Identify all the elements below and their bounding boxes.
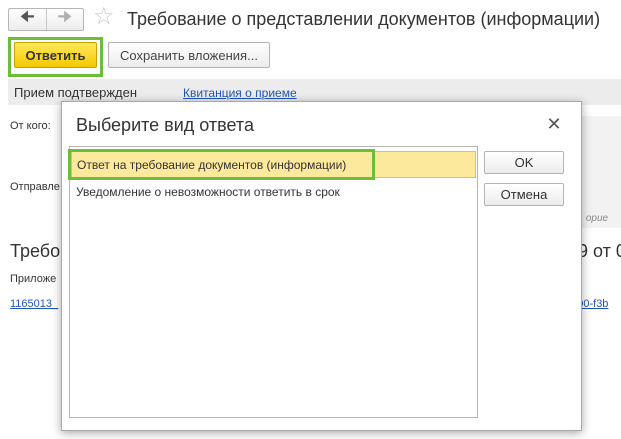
status-text: Прием подтвержден	[14, 85, 138, 100]
arrow-right-icon: 🠊	[57, 9, 73, 26]
forward-button[interactable]: 🠊	[45, 9, 84, 30]
option-highlight-frame	[68, 149, 375, 180]
list-item-cannot-reply-in-time[interactable]: Уведомление о невозможности ответить в с…	[71, 178, 476, 205]
favorite-star-icon[interactable]: ☆	[93, 5, 115, 29]
sent-label: Отправле	[10, 181, 60, 193]
dialog-title: Выберите вид ответа	[76, 115, 254, 135]
list-item-label: Уведомление о невозможности ответить в с…	[76, 184, 340, 199]
background-heading-start: Требо	[10, 241, 61, 261]
from-label: От кого:	[10, 120, 51, 132]
cancel-button[interactable]: Отмена	[484, 183, 564, 206]
choose-reply-type-dialog: Выберите вид ответа ✕ Ответ на требовани…	[61, 101, 582, 431]
attachments-label: Приложе	[10, 273, 57, 285]
receipt-link[interactable]: Квитанция о приеме	[183, 86, 297, 100]
document-title: Требование о представлении документов (и…	[127, 9, 601, 29]
arrow-left-icon: 🠈	[19, 9, 35, 26]
background-heading-end: 9 от 0	[578, 241, 621, 261]
reply-type-list: Ответ на требование документов (информац…	[69, 146, 478, 418]
reply-button[interactable]: Ответить	[14, 42, 97, 68]
back-button[interactable]: 🠈	[9, 9, 46, 30]
navigation-buttons: 🠈 🠊	[8, 8, 84, 31]
close-icon[interactable]: ✕	[543, 113, 565, 135]
save-attachments-button[interactable]: Сохранить вложения...	[108, 42, 270, 68]
attachment-link-start[interactable]: 1165013_	[10, 298, 58, 310]
ok-button[interactable]: OK	[484, 151, 564, 174]
